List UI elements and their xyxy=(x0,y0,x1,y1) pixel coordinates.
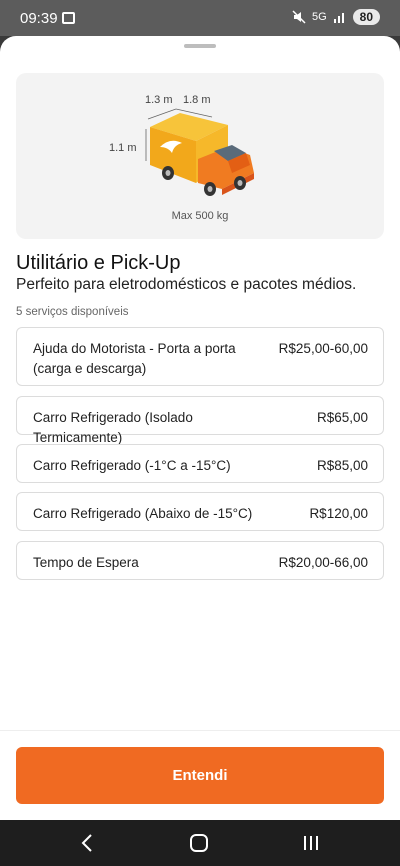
service-name: Carro Refrigerado (-1°C a -15°C) xyxy=(33,458,231,473)
signal-icon xyxy=(333,13,344,23)
vehicle-title: Utilitário e Pick-Up xyxy=(16,252,181,274)
battery-indicator: 80 xyxy=(352,9,380,25)
network-type: 5G xyxy=(311,11,327,23)
recents-icon[interactable] xyxy=(302,834,320,852)
status-icons: 5G 80 xyxy=(292,9,380,25)
dimension-height: 1.1 m xyxy=(109,142,137,154)
service-item-insulated[interactable]: Carro Refrigerado (Isolado Termicamente)… xyxy=(16,396,384,445)
service-price: R$120,00 xyxy=(309,506,368,521)
status-bar: 09:39 5G 80 xyxy=(0,0,400,36)
sheet-grabber[interactable] xyxy=(184,44,216,48)
service-price: R$25,00-60,00 xyxy=(278,341,368,356)
vehicle-subtitle: Perfeito para eletrodomésticos e pacotes… xyxy=(16,276,357,293)
service-name: Carro Refrigerado (Abaixo de -15°C) xyxy=(33,506,253,521)
sheet-footer: Entendi xyxy=(0,730,400,820)
service-price: R$65,00 xyxy=(316,410,368,425)
home-icon[interactable] xyxy=(190,834,208,852)
service-name: Tempo de Espera xyxy=(33,555,139,570)
mute-icon xyxy=(292,10,306,24)
service-name: Carro Refrigerado (Isolado Termicamente) xyxy=(33,410,193,445)
system-nav-bar xyxy=(0,820,400,866)
service-price: R$85,00 xyxy=(316,458,368,473)
vehicle-card: 1.3 m 1.8 m 1.1 m Max 500 kg xyxy=(16,73,384,239)
understood-button[interactable]: Entendi xyxy=(16,747,384,804)
truck-illustration xyxy=(145,108,254,196)
service-item-waiting-time[interactable]: Tempo de Espera R$20,00-66,00 xyxy=(16,541,384,580)
service-name: Ajuda do Motorista - Porta a porta (carg… xyxy=(33,341,236,376)
service-item-refrigerated-1-15[interactable]: Carro Refrigerado (-1°C a -15°C) R$85,00 xyxy=(16,444,384,483)
services-count: 5 serviços disponíveis xyxy=(16,306,129,318)
vehicle-info-sheet: 1.3 m 1.8 m 1.1 m Max 500 kg Utilitário … xyxy=(0,36,400,820)
service-price: R$20,00-66,00 xyxy=(278,555,368,570)
service-item-driver-help[interactable]: Ajuda do Motorista - Porta a porta (carg… xyxy=(16,327,384,386)
max-load: Max 500 kg xyxy=(171,210,229,222)
screenshot-icon xyxy=(62,12,75,24)
back-icon[interactable] xyxy=(80,833,94,853)
status-time: 09:39 xyxy=(20,10,58,27)
service-item-refrigerated-below-15[interactable]: Carro Refrigerado (Abaixo de -15°C) R$12… xyxy=(16,492,384,531)
